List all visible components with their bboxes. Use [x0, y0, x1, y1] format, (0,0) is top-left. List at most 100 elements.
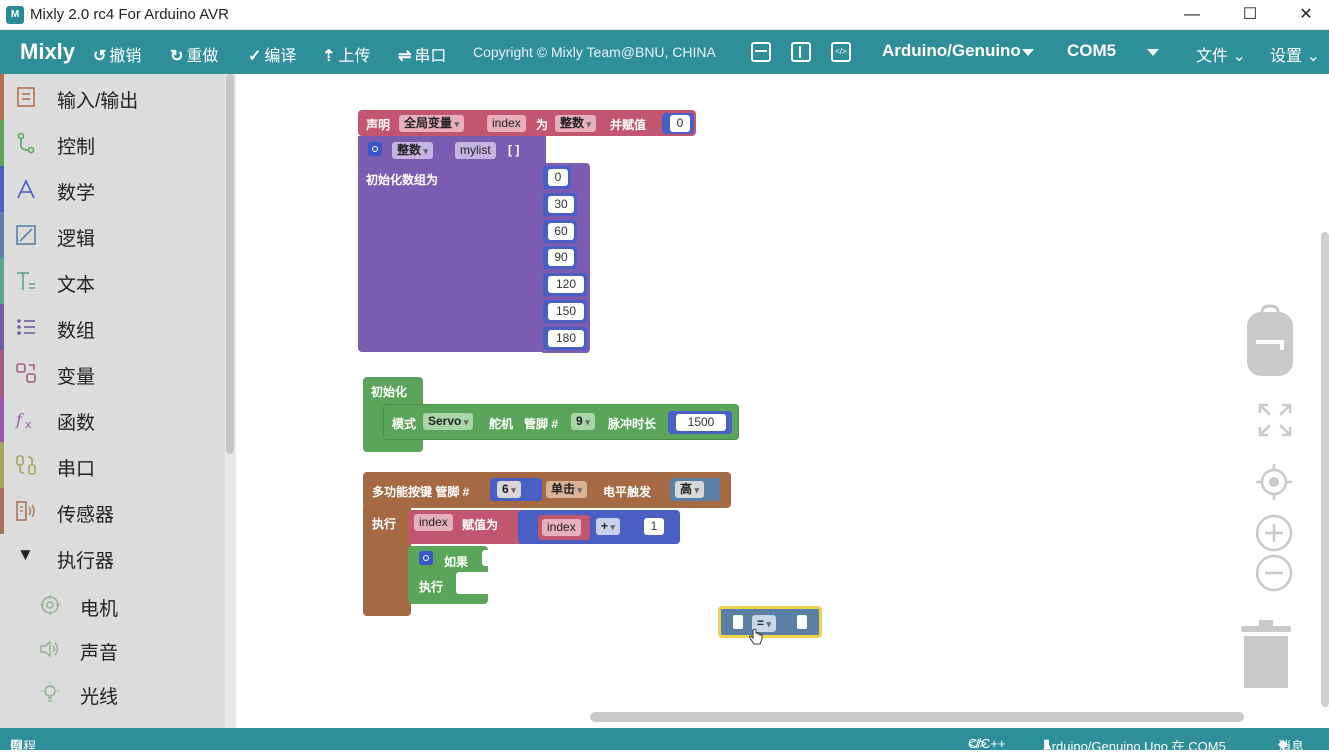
check-icon: ✓: [248, 48, 262, 65]
split-view-icon[interactable]: [791, 42, 811, 62]
gear-icon[interactable]: [419, 551, 433, 565]
array-item[interactable]: 30: [548, 196, 574, 213]
text-icon: [17, 272, 35, 290]
then-label: 执行: [419, 580, 444, 594]
subcategory-motor[interactable]: 电机: [0, 582, 225, 628]
svg-text:x: x: [25, 418, 32, 431]
fullscreen-icon[interactable]: [1258, 403, 1292, 437]
undo-button[interactable]: ↺ 撤销: [93, 42, 141, 66]
category-label: 数组: [57, 321, 96, 342]
servo-block[interactable]: 模式 Servo 舵机 管脚 # 9 脉冲时长 1500: [383, 404, 739, 440]
category-sensor[interactable]: 传感器: [0, 488, 225, 534]
compile-button[interactable]: ✓ 编译: [248, 42, 296, 66]
servo-pin-dropdown[interactable]: 9: [571, 413, 595, 430]
array-type-dropdown[interactable]: 整数: [392, 142, 434, 159]
declare-variable-block[interactable]: 声明 全局变量 index 为 整数 并赋值 0: [358, 110, 696, 136]
gear-icon[interactable]: [368, 142, 382, 156]
file-menu-label: 文件: [1196, 48, 1229, 65]
minimize-button[interactable]: —: [1169, 0, 1215, 30]
category-color-bar: [0, 166, 4, 212]
servo-mode-dropdown[interactable]: Servo: [423, 413, 474, 430]
trash-icon[interactable]: [1239, 618, 1293, 690]
code-view-icon[interactable]: </>: [831, 42, 851, 62]
board-dropdown-icon[interactable]: [1022, 49, 1034, 56]
workspace-vertical-scrollbar[interactable]: [1321, 232, 1329, 707]
category-math[interactable]: 数学: [0, 166, 225, 212]
sensor-icon: [16, 501, 35, 521]
hand-cursor-icon: [749, 628, 763, 645]
board-port-label: Arduino/Genuino Uno 在 COM5: [1043, 739, 1226, 754]
assign-to-label: 赋值为: [462, 518, 499, 532]
arithmetic-block[interactable]: index + 1: [518, 510, 680, 544]
settings-menu[interactable]: 设置 ⌄: [1270, 42, 1320, 66]
category-control[interactable]: 控制: [0, 120, 225, 166]
if-block[interactable]: 如果 执行: [408, 546, 492, 604]
serial-button[interactable]: ⇌ 串口: [398, 42, 446, 66]
zoom-in-icon[interactable]: [1255, 514, 1293, 552]
board-select[interactable]: Arduino/Genuino: [882, 41, 1021, 61]
array-item[interactable]: 0: [548, 169, 568, 186]
sidebar-scrollbar-thumb[interactable]: [226, 74, 234, 454]
array-brackets-label: [ ]: [508, 143, 520, 157]
settings-menu-label: 设置: [1270, 48, 1303, 65]
subcategory-sound[interactable]: 声音: [0, 626, 225, 672]
category-io[interactable]: 输入/输出: [0, 74, 225, 120]
variable-get-block[interactable]: index: [538, 515, 590, 540]
array-item[interactable]: 90: [548, 249, 574, 266]
close-button[interactable]: ✕: [1283, 0, 1329, 30]
port-select[interactable]: COM5: [1067, 41, 1116, 61]
assign-variable-field[interactable]: index: [414, 514, 453, 531]
category-text[interactable]: 文本: [0, 258, 225, 304]
workspace-horizontal-scrollbar[interactable]: [590, 712, 1244, 722]
category-actuator[interactable]: ▼ 执行器: [0, 534, 225, 580]
array-item[interactable]: 60: [548, 223, 574, 240]
file-menu[interactable]: 文件 ⌄: [1196, 42, 1246, 66]
category-function[interactable]: fx 函数: [0, 396, 225, 442]
compile-label: 编译: [264, 48, 297, 65]
array-icon: [17, 319, 35, 335]
pulse-value-field[interactable]: 1500: [676, 414, 726, 431]
maximize-button[interactable]: ☐: [1227, 0, 1273, 30]
category-label: 变量: [57, 367, 96, 388]
category-serial[interactable]: 串口: [0, 442, 225, 488]
type-dropdown[interactable]: 整数: [555, 115, 597, 132]
port-dropdown-icon[interactable]: [1147, 49, 1159, 56]
category-array[interactable]: 数组: [0, 304, 225, 350]
category-logic[interactable]: 逻辑: [0, 212, 225, 258]
zoom-out-icon[interactable]: [1255, 554, 1293, 592]
expr-variable-field[interactable]: index: [542, 519, 581, 536]
operand-field[interactable]: 1: [644, 518, 664, 535]
array-item[interactable]: 120: [548, 276, 584, 293]
multi-button-block[interactable]: 多功能按键 管脚 # 6 单击 电平触发 高: [363, 472, 731, 508]
compare-block[interactable]: =: [718, 606, 822, 638]
language-label: C/C++: [968, 736, 1006, 751]
level-dropdown[interactable]: 高: [675, 481, 705, 498]
assign-block[interactable]: index 赋值为: [408, 510, 524, 544]
chevron-down-icon: ⌄: [1228, 48, 1246, 65]
category-variable[interactable]: 变量: [0, 350, 225, 396]
layout-icon[interactable]: [751, 42, 771, 62]
sidebar-scrollbar[interactable]: [225, 74, 236, 728]
click-type-dropdown[interactable]: 单击: [546, 481, 588, 498]
recenter-icon[interactable]: [1255, 463, 1293, 501]
subcategory-light[interactable]: 光线: [0, 670, 225, 716]
category-label: 逻辑: [57, 229, 96, 250]
array-declare-block[interactable]: 整数 mylist [ ] 初始化数组为: [358, 136, 546, 352]
array-item[interactable]: 150: [548, 303, 584, 320]
variable-name-field[interactable]: index: [487, 115, 526, 132]
redo-button[interactable]: ↻ 重做: [170, 42, 218, 66]
category-color-bar: [0, 120, 4, 166]
array-item[interactable]: 180: [548, 330, 584, 347]
undo-icon: ↺: [93, 48, 107, 65]
operator-dropdown[interactable]: +: [596, 518, 621, 535]
backpack-icon[interactable]: [1244, 304, 1296, 378]
button-pin-dropdown[interactable]: 6: [497, 481, 521, 498]
upload-button[interactable]: ⇡ 上传: [322, 42, 370, 66]
pin-label: 管脚 #: [524, 417, 559, 431]
do-label: 执行: [372, 517, 397, 531]
mixly-app-icon: M: [6, 6, 24, 24]
scope-dropdown[interactable]: 全局变量: [399, 115, 465, 132]
serial-icon: [16, 455, 36, 475]
initial-value-field[interactable]: 0: [670, 115, 690, 132]
array-name-field[interactable]: mylist: [455, 142, 496, 159]
